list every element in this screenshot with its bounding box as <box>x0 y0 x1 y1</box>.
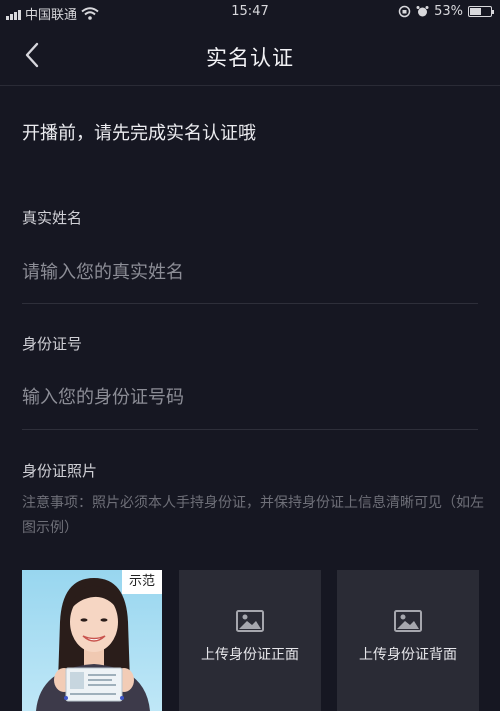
image-icon <box>236 610 264 632</box>
id-photo-note: 注意事项：照片必须本人手持身份证，并保持身份证上信息清晰可见（如左图示例） <box>22 495 484 536</box>
upload-front-button[interactable]: 上传身份证正面 <box>179 570 321 711</box>
status-right: 53% <box>398 4 494 19</box>
battery-icon <box>468 6 494 17</box>
id-number-field: 身份证号 <box>22 333 478 411</box>
sample-tag: 示范 <box>122 570 162 594</box>
battery-fill <box>470 8 481 15</box>
upload-back-button[interactable]: 上传身份证背面 <box>337 570 479 711</box>
upload-front-label: 上传身份证正面 <box>201 647 299 663</box>
alarm-icon <box>416 6 429 17</box>
name-field: 真实姓名 <box>22 207 478 286</box>
verification-notice: 开播前，请先完成实名认证哦 <box>22 123 256 144</box>
divider <box>22 429 478 430</box>
name-input[interactable] <box>22 258 478 286</box>
battery-percent: 53% <box>434 4 463 19</box>
divider <box>22 303 478 304</box>
id-number-label: 身份证号 <box>22 335 83 353</box>
id-number-input[interactable] <box>22 383 478 411</box>
name-label: 真实姓名 <box>22 209 83 227</box>
status-bar: 中国联通 15:47 53% <box>0 0 500 26</box>
nav-bar: 实名认证 <box>0 26 500 86</box>
id-photo-label: 身份证照片 <box>22 462 98 480</box>
page-title: 实名认证 <box>206 46 294 70</box>
sample-id-photo: 示范 <box>22 570 162 711</box>
image-icon <box>394 610 422 632</box>
rotation-lock-icon <box>398 5 411 18</box>
upload-back-label: 上传身份证背面 <box>359 647 457 663</box>
